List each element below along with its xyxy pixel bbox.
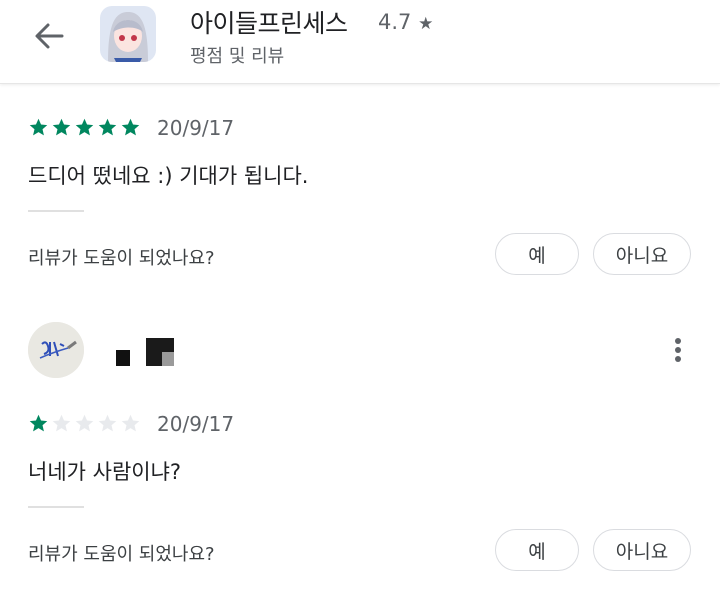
review-2-text: 너네가 사람이냐?: [28, 460, 182, 484]
star-filled-icon: [75, 118, 94, 136]
review-2-date: 20/9/17: [157, 412, 235, 436]
page-subtitle: 평점 및 리뷰: [190, 46, 285, 67]
app-icon: [100, 6, 156, 62]
star-empty-icon: [52, 414, 71, 432]
divider: [28, 506, 84, 508]
star-filled-icon: [52, 118, 71, 136]
star-empty-icon: [75, 414, 94, 432]
redacted-username-part: [146, 338, 174, 366]
more-vert-icon: [668, 338, 688, 362]
review-1-text: 드디어 떴네요 :) 기대가 됩니다.: [28, 164, 309, 188]
app-title: 아이들프린세스: [190, 9, 348, 38]
star-icon: ★: [418, 14, 434, 34]
helpful-question: 리뷰가 도움이 되었나요?: [28, 544, 215, 565]
avatar: [28, 322, 84, 378]
star-filled-icon: [121, 118, 140, 136]
arrow-left-icon: [35, 23, 64, 49]
review-1-stars: [28, 117, 141, 138]
helpful-no-button[interactable]: 아니요: [593, 529, 691, 571]
review-1-date: 20/9/17: [157, 116, 235, 140]
star-filled-icon: [29, 118, 48, 136]
star-filled-icon: [98, 118, 117, 136]
rating-value: 4.7: [378, 10, 412, 34]
review-2-stars: [28, 413, 141, 434]
helpful-yes-button[interactable]: 예: [495, 233, 579, 275]
star-empty-icon: [98, 414, 117, 432]
star-empty-icon: [121, 414, 140, 432]
more-options-button[interactable]: [668, 338, 688, 368]
divider: [28, 210, 84, 212]
redacted-username-part: [116, 350, 130, 366]
back-button[interactable]: [28, 18, 68, 54]
helpful-yes-button[interactable]: 예: [495, 529, 579, 571]
star-filled-icon: [29, 414, 48, 432]
helpful-question: 리뷰가 도움이 되었나요?: [28, 248, 215, 269]
helpful-no-button[interactable]: 아니요: [593, 233, 691, 275]
app-header: 아이들프린세스 4.7 ★ 평점 및 리뷰: [0, 0, 720, 84]
app-rating: 4.7 ★: [378, 10, 433, 34]
